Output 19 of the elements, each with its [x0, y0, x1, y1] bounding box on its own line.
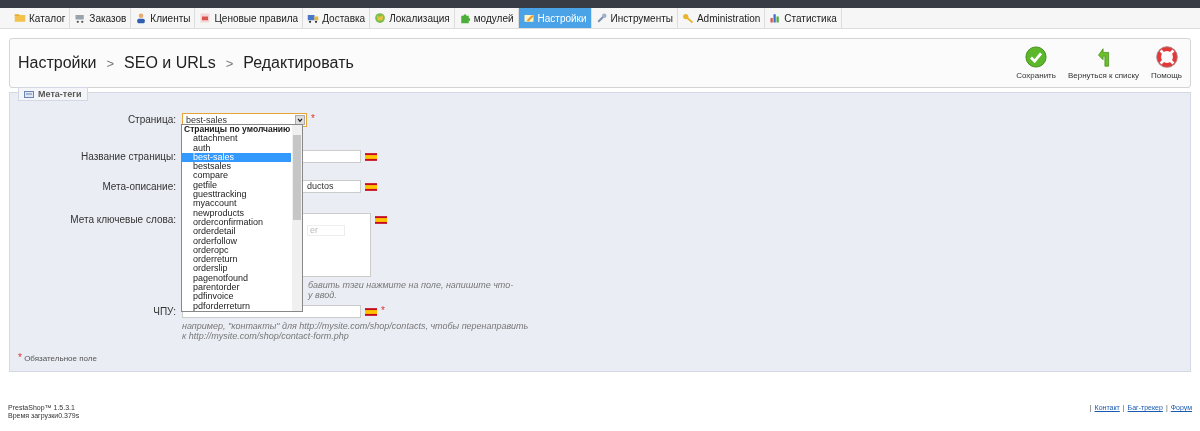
hint-text: у ввод. [308, 290, 338, 300]
breadcrumb-item: Настройки [18, 54, 97, 72]
breadcrumb-item: Редактировать [243, 54, 354, 72]
breadcrumb-item: SEO и URLs [124, 54, 216, 72]
field-label: Название страницы: [80, 150, 176, 163]
hint-text: к http://mysite.com/shop/contact-form.php [182, 331, 350, 341]
option-group-label: Страницы по умолчанию [183, 125, 291, 135]
field-label: Мета ключевые слова: [69, 213, 176, 226]
field-label: ЧПУ: [152, 305, 176, 318]
hint-text: бавить тэги нажмите на поле, напишите что- [308, 280, 515, 290]
required-asterisk: * [311, 113, 315, 124]
field-label: Страница: [126, 113, 176, 126]
breadcrumb-separator: > [106, 55, 115, 71]
required-note: Обязательное поле [24, 354, 97, 363]
hint-text: например, "контакты" для http://mysite.com/shop/contacts, чтобы перенаправить [182, 321, 530, 331]
breadcrumb-separator: > [225, 55, 234, 71]
required-asterisk: * [381, 305, 385, 316]
required-asterisk: * [18, 352, 22, 363]
field-label: Мета-описание: [101, 180, 176, 193]
